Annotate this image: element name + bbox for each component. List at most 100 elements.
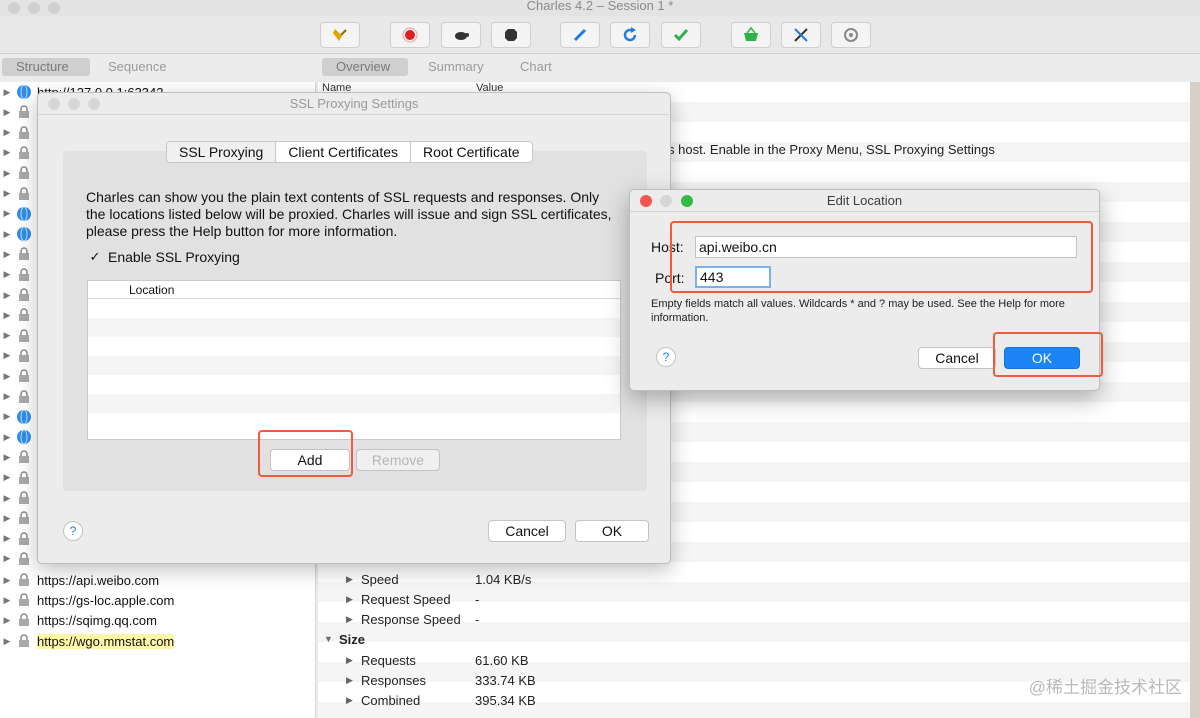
- disclosure-triangle-icon[interactable]: ▶: [0, 310, 14, 321]
- table-row[interactable]: [88, 356, 620, 375]
- disclosure-triangle-icon[interactable]: ▶: [346, 614, 353, 625]
- disclosure-triangle-icon[interactable]: ▶: [346, 574, 353, 585]
- disclosure-triangle-icon[interactable]: ▶: [0, 290, 14, 301]
- dialog-minimize-button[interactable]: [660, 195, 672, 207]
- disclosure-triangle-icon[interactable]: ▶: [0, 553, 14, 564]
- disclosure-triangle-icon[interactable]: ▶: [0, 371, 14, 382]
- disclosure-triangle-icon[interactable]: ▶: [0, 168, 14, 179]
- lock-icon: [16, 104, 32, 120]
- location-table[interactable]: Location: [87, 280, 621, 440]
- checkbox-label: Enable SSL Proxying: [108, 249, 240, 265]
- settings-button[interactable]: [831, 22, 871, 48]
- dialog-close-button[interactable]: [640, 195, 652, 207]
- shopping-button[interactable]: [731, 22, 771, 48]
- table-row[interactable]: [88, 299, 620, 318]
- dialog-title: SSL Proxying Settings: [38, 93, 670, 115]
- disclosure-triangle-icon[interactable]: ▶: [0, 208, 14, 219]
- dialog-minimize-button[interactable]: [68, 98, 80, 110]
- detail-key: Combined: [361, 692, 421, 708]
- lock-icon: [16, 186, 32, 202]
- tree-row-gs-loc[interactable]: ▶ https://gs-loc.apple.com: [0, 590, 315, 610]
- ok-button[interactable]: OK: [575, 520, 649, 542]
- tab-overview[interactable]: Overview: [322, 58, 408, 76]
- breakpoints-button[interactable]: [491, 22, 531, 48]
- location-column-header[interactable]: Location: [88, 281, 620, 299]
- tools-button[interactable]: [781, 22, 821, 48]
- tab-chart[interactable]: Chart: [506, 58, 566, 76]
- basket-icon: [744, 26, 758, 41]
- lock-icon: [16, 510, 32, 526]
- toolbar: [0, 16, 1200, 54]
- tab-client-certificates[interactable]: Client Certificates: [276, 142, 412, 162]
- disclosure-triangle-icon[interactable]: ▶: [0, 87, 14, 98]
- help-button[interactable]: ?: [63, 521, 83, 541]
- disclosure-triangle-icon[interactable]: ▶: [346, 675, 353, 686]
- disclosure-triangle-icon[interactable]: ▶: [0, 147, 14, 158]
- repeat-button[interactable]: [610, 22, 650, 48]
- disclosure-triangle-icon[interactable]: ▶: [0, 127, 14, 138]
- dialog-zoom-button[interactable]: [681, 195, 693, 207]
- disclosure-triangle-icon[interactable]: ▶: [0, 513, 14, 524]
- enable-ssl-proxying-checkbox[interactable]: ✓ Enable SSL Proxying: [88, 249, 240, 265]
- remove-button[interactable]: Remove: [356, 449, 440, 471]
- disclosure-triangle-icon[interactable]: ▶: [346, 695, 353, 706]
- validate-button[interactable]: [661, 22, 701, 48]
- tab-ssl-proxying[interactable]: SSL Proxying: [167, 142, 277, 162]
- table-row[interactable]: [88, 413, 620, 432]
- disclosure-triangle-icon[interactable]: ▶: [0, 472, 14, 483]
- disclosure-triangle-icon[interactable]: ▶: [0, 432, 14, 443]
- tree-row-api-weibo[interactable]: ▶ https://api.weibo.com: [0, 570, 315, 590]
- table-row[interactable]: [88, 337, 620, 356]
- ssl-description: Charles can show you the plain text cont…: [86, 189, 612, 239]
- tab-summary[interactable]: Summary: [414, 58, 498, 76]
- disclosure-triangle-icon[interactable]: ▶: [0, 269, 14, 280]
- annotation-highlight-add: [258, 430, 353, 477]
- detail-key: Request Speed: [361, 591, 451, 607]
- cancel-button[interactable]: Cancel: [488, 520, 566, 542]
- disclosure-triangle-icon[interactable]: ▶: [0, 229, 14, 240]
- compose-button[interactable]: [560, 22, 600, 48]
- disclosure-triangle-icon[interactable]: ▶: [0, 636, 14, 647]
- disclosure-triangle-icon[interactable]: ▶: [0, 615, 14, 626]
- disclosure-triangle-icon[interactable]: ▶: [0, 330, 14, 341]
- dialog-close-button[interactable]: [48, 98, 60, 110]
- disclosure-triangle-icon[interactable]: ▶: [0, 595, 14, 606]
- detail-row-request-speed[interactable]: ▶ Request Speed -: [318, 589, 1200, 609]
- throttle-button[interactable]: [441, 22, 481, 48]
- detail-row-speed[interactable]: ▶ Speed 1.04 KB/s: [318, 569, 1200, 589]
- disclosure-triangle-icon[interactable]: ▶: [346, 594, 353, 605]
- tab-structure[interactable]: Structure: [2, 58, 90, 76]
- ssl-hint-text: s host. Enable in the Proxy Menu, SSL Pr…: [668, 142, 995, 157]
- lock-icon: [16, 348, 32, 364]
- disclosure-triangle-icon[interactable]: ▶: [346, 655, 353, 666]
- disclosure-triangle-icon[interactable]: ▶: [0, 533, 14, 544]
- clear-session-button[interactable]: [320, 22, 360, 48]
- check-icon: [673, 29, 689, 42]
- disclosure-triangle-icon[interactable]: ▶: [0, 107, 14, 118]
- dialog-zoom-button[interactable]: [88, 98, 100, 110]
- disclosure-triangle-icon[interactable]: ▶: [0, 188, 14, 199]
- detail-row-requests[interactable]: ▶ Requests 61.60 KB: [318, 650, 1200, 670]
- table-row[interactable]: [88, 318, 620, 337]
- disclosure-triangle-icon[interactable]: ▶: [0, 249, 14, 260]
- disclosure-triangle-icon[interactable]: ▶: [0, 493, 14, 504]
- disclosure-triangle-icon[interactable]: ▶: [0, 452, 14, 463]
- tab-sequence[interactable]: Sequence: [94, 58, 181, 76]
- disclosure-triangle-icon[interactable]: ▶: [0, 575, 14, 586]
- disclosure-triangle-icon[interactable]: ▶: [0, 350, 14, 361]
- detail-row-size[interactable]: ▼ Size: [318, 629, 1200, 649]
- disclosure-triangle-icon[interactable]: ▶: [0, 391, 14, 402]
- disclosure-triangle-icon[interactable]: ▶: [0, 411, 14, 422]
- detail-row-response-speed[interactable]: ▶ Response Speed -: [318, 609, 1200, 629]
- help-button[interactable]: ?: [656, 347, 676, 367]
- table-row[interactable]: [88, 394, 620, 413]
- disclosure-open-icon[interactable]: ▼: [324, 634, 333, 644]
- tree-item-label: https://gs-loc.apple.com: [37, 592, 175, 608]
- lock-icon: [16, 449, 32, 465]
- tree-row-sqimg[interactable]: ▶ https://sqimg.qq.com: [0, 610, 315, 630]
- record-button[interactable]: [390, 22, 430, 48]
- cancel-button[interactable]: Cancel: [918, 347, 996, 369]
- tree-row-wgo-mmstat[interactable]: ▶ https://wgo.mmstat.com: [0, 631, 315, 651]
- tab-root-certificate[interactable]: Root Certificate: [411, 142, 531, 162]
- table-row[interactable]: [88, 375, 620, 394]
